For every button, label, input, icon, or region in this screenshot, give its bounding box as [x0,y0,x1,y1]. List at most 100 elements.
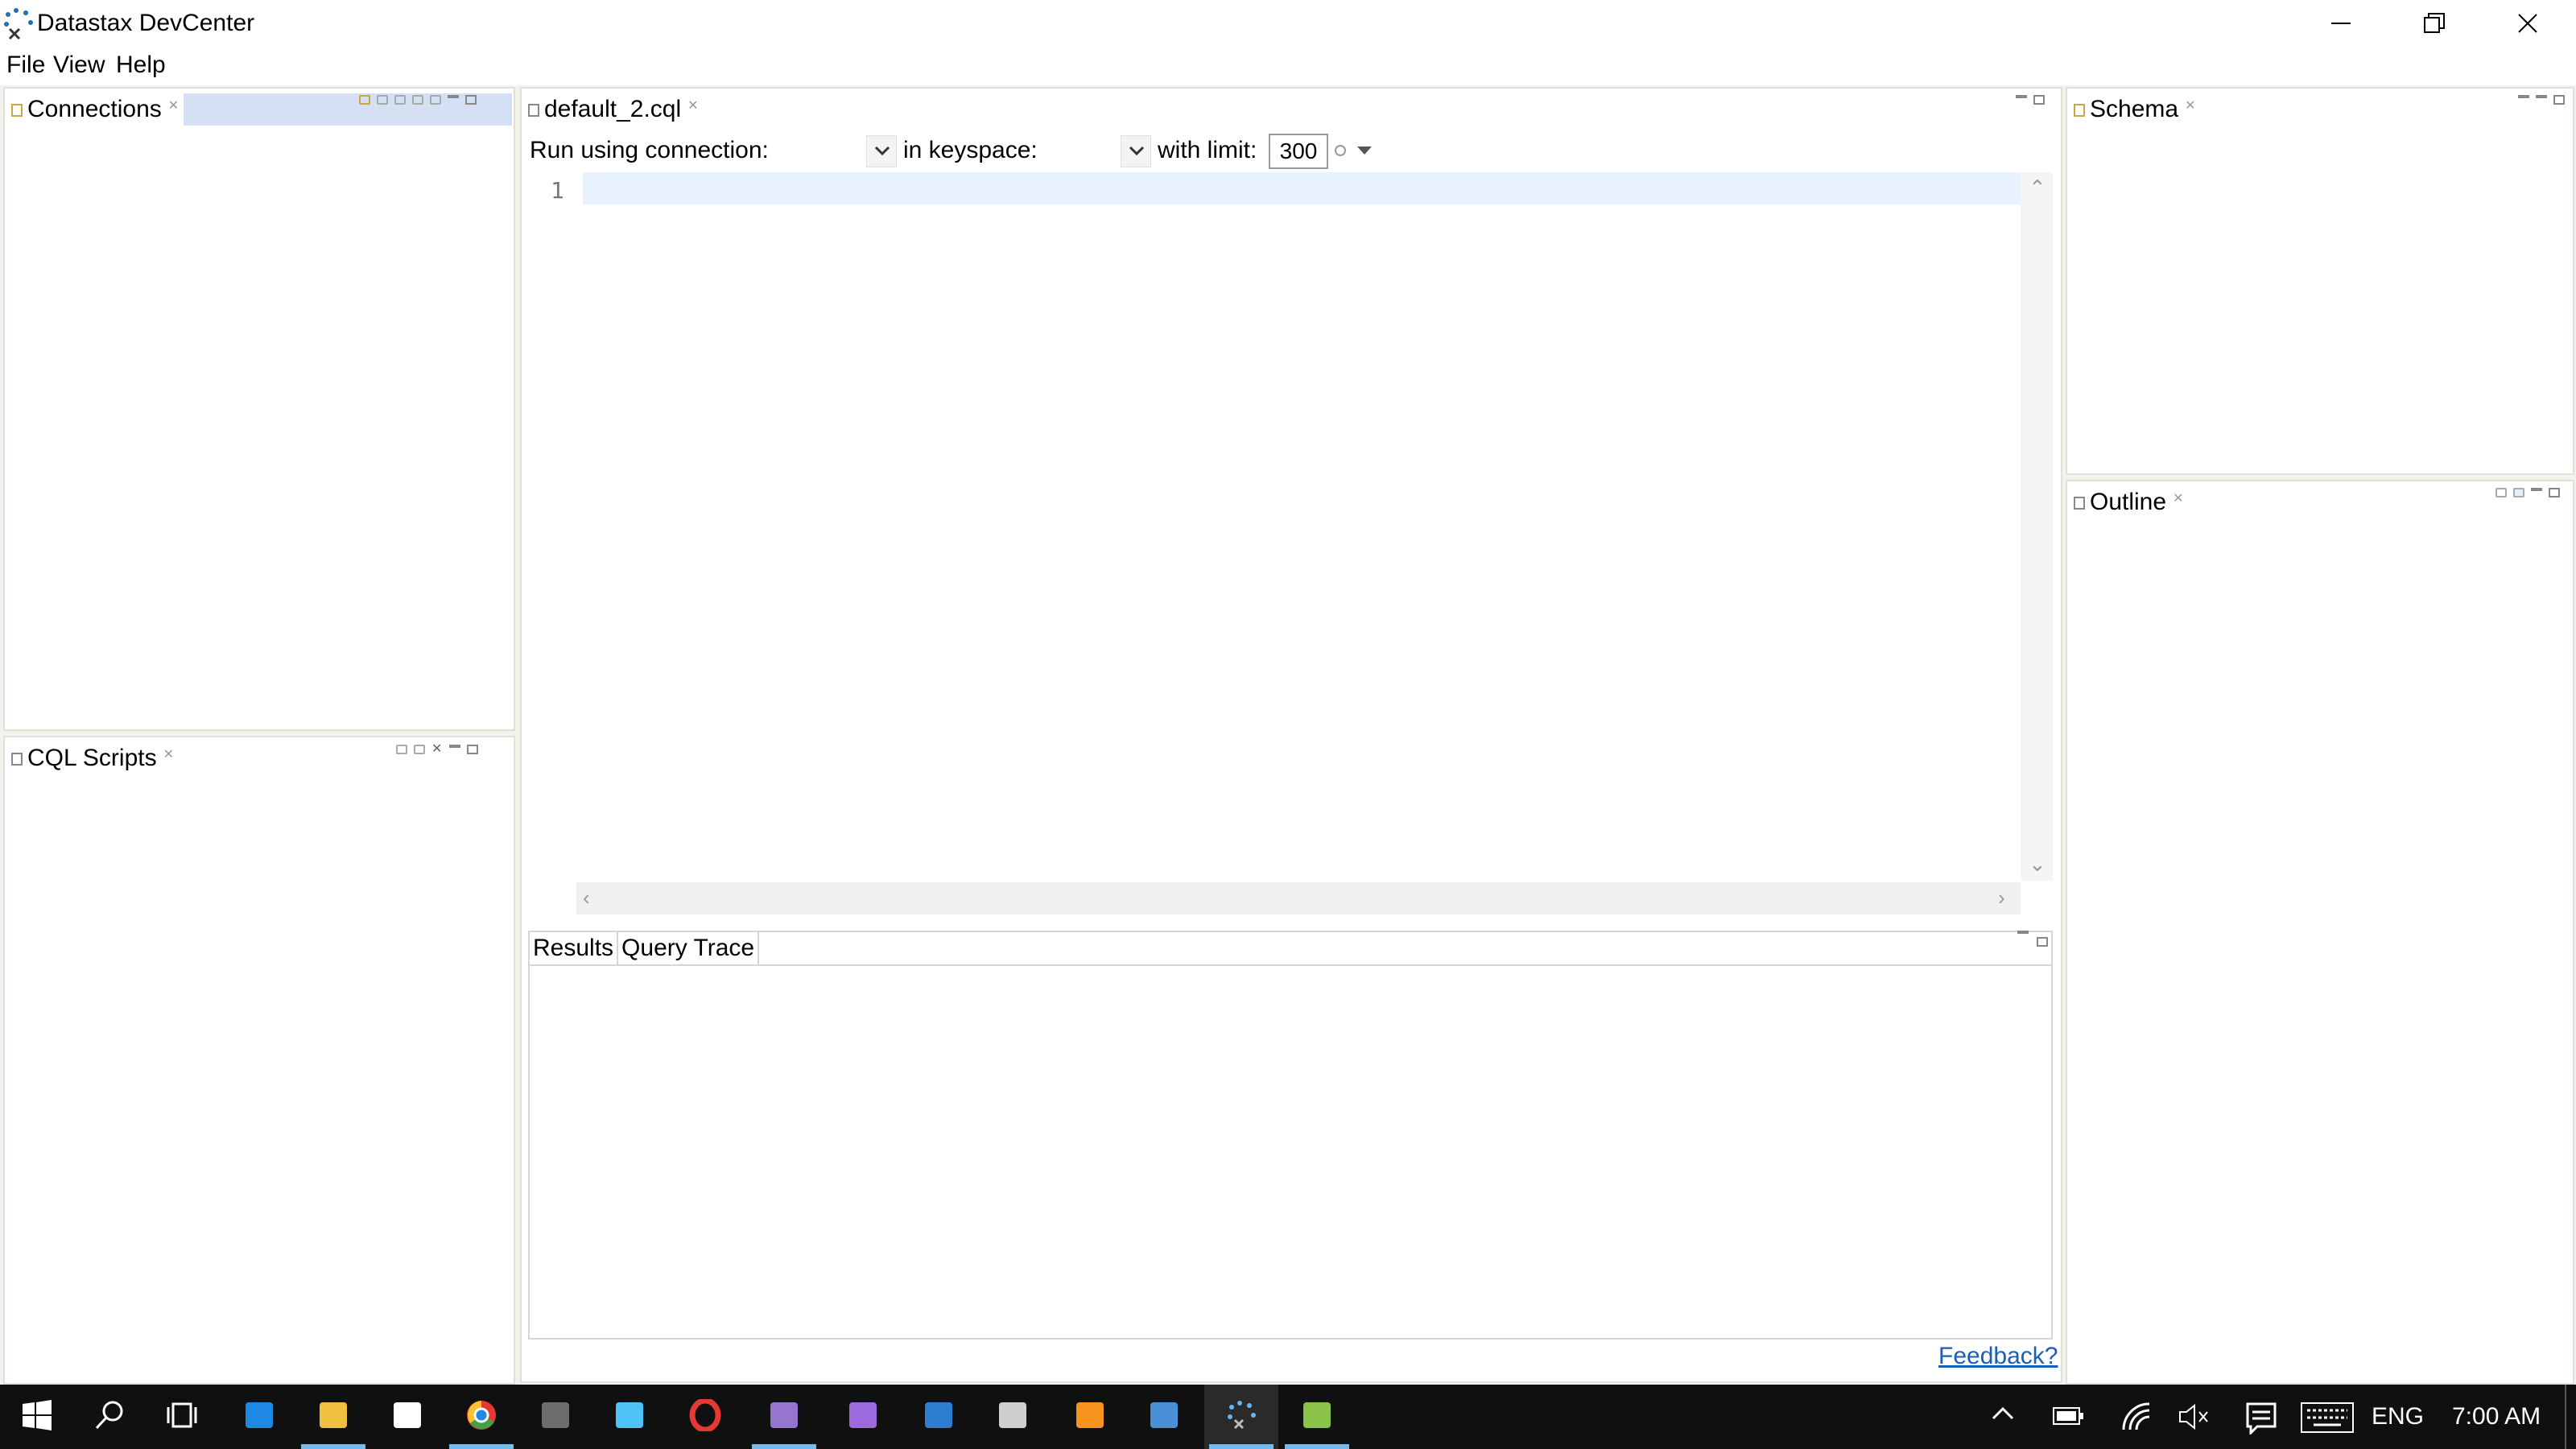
editor-panel-tools [2016,95,2045,105]
close-tab-icon[interactable]: ✕ [163,746,174,762]
battery-icon[interactable] [2053,1406,2085,1426]
line-number: 1 [551,177,564,204]
tab-schema[interactable]: Schema ✕ [2070,92,2201,127]
scroll-right-icon[interactable]: › [1998,887,2005,908]
sort-icon[interactable] [2496,488,2507,497]
maximize-panel-icon[interactable] [2553,95,2565,105]
limit-options-icon[interactable] [1335,145,1346,156]
search-icon [93,1399,126,1431]
menu-view[interactable]: View [52,50,106,80]
new-script-icon[interactable] [396,745,407,754]
minimize-button[interactable] [2294,0,2388,47]
view-menu-icon[interactable] [2518,95,2529,98]
running-indicator [752,1444,816,1449]
action-center-icon[interactable] [2246,1402,2278,1435]
current-line-highlight[interactable] [583,172,2021,204]
feedback-link[interactable]: Feedback? [1938,1343,2058,1370]
menu-file[interactable]: File [5,50,47,80]
close-tab-icon[interactable]: ✕ [2173,490,2183,506]
line-number-gutter: 1 [536,172,576,881]
connection-dropdown[interactable] [866,135,897,167]
taskbar-devcenter[interactable] [1204,1385,1278,1449]
scroll-down-icon[interactable]: ⌄ [2029,853,2046,874]
touch-keyboard-icon[interactable] [2301,1402,2354,1433]
maximize-panel-icon[interactable] [2033,95,2045,105]
close-tab-icon[interactable]: ✕ [168,97,179,114]
taskbar-intellij[interactable] [1127,1385,1201,1449]
show-hidden-icons-icon[interactable] [1992,1406,2014,1422]
delete-script-icon[interactable]: ✕ [431,743,443,756]
minimize-panel-icon[interactable] [2016,95,2027,98]
keyspace-label: in keyspace: [903,137,1038,163]
code-editor[interactable]: 1 ⌃ ⌄ ‹ › [536,172,2054,914]
maximize-panel-icon[interactable] [465,95,477,105]
maximize-panel-icon[interactable] [2037,937,2048,947]
taskbar-command-prompt[interactable] [976,1385,1050,1449]
close-tab-icon[interactable]: ✕ [687,97,698,114]
tab-outline[interactable]: Outline ✕ [2070,485,2189,520]
vertical-scrollbar[interactable]: ⌃ ⌄ [2021,172,2053,881]
cql-file-icon [528,104,539,117]
scroll-left-icon[interactable]: ‹ [583,887,590,908]
taskbar-file-explorer[interactable] [296,1385,370,1449]
close-tab-icon[interactable]: ✕ [2185,97,2195,114]
new-connection-icon[interactable] [359,95,370,105]
delete-connection-icon[interactable] [430,95,441,105]
taskbar-powershell[interactable] [902,1385,976,1449]
paint-icon [770,1402,798,1428]
limit-menu-arrow-icon[interactable] [1357,147,1372,155]
schema-panel: Schema ✕ [2066,87,2574,475]
taskbar-task-view[interactable] [145,1385,219,1449]
volume-muted-icon[interactable] [2178,1402,2211,1431]
minimize-panel-icon[interactable] [2017,931,2029,934]
tab-connections[interactable]: Connections ✕ [8,92,184,127]
edit-connection-icon[interactable] [412,95,423,105]
taskbar-matlab[interactable] [1053,1385,1127,1449]
image-viewer-icon [1303,1402,1331,1428]
connection-label: Run using connection: [530,137,769,163]
store-icon [394,1402,421,1428]
clock[interactable]: 7:00 AM [2452,1402,2541,1431]
input-language[interactable]: ENG [2372,1402,2424,1431]
minimize-panel-icon[interactable] [2531,488,2542,491]
show-desktop-button[interactable] [2565,1385,2566,1449]
taskbar-search[interactable] [72,1385,147,1449]
taskbar-store[interactable] [370,1385,444,1449]
close-connection-icon[interactable] [394,95,406,105]
window-title: Datastax DevCenter [37,10,255,36]
taskbar-image-viewer[interactable] [1280,1385,1354,1449]
taskbar-edge[interactable] [222,1385,296,1449]
keyspace-dropdown[interactable] [1121,135,1151,167]
intellij-icon [1150,1402,1178,1428]
minimize-panel-icon[interactable] [2536,95,2547,98]
taskbar-start-button[interactable] [0,1385,74,1449]
task-view-icon [166,1399,198,1431]
taskbar: ENG 7:00 AM [0,1385,2576,1449]
maximize-panel-icon[interactable] [2549,488,2560,497]
maximize-panel-icon[interactable] [467,745,478,754]
minimize-panel-icon[interactable] [449,745,460,748]
limit-input[interactable]: 300 [1269,134,1328,169]
edit-script-icon[interactable] [414,745,425,754]
taskbar-paint[interactable] [747,1385,821,1449]
scroll-up-icon[interactable]: ⌃ [2029,177,2046,198]
tab-cql-scripts[interactable]: CQL Scripts ✕ [8,741,179,776]
taskbar-chrome[interactable] [444,1385,518,1449]
open-connection-icon[interactable] [377,95,388,105]
minimize-panel-icon[interactable] [448,95,459,98]
restore-button[interactable] [2388,0,2481,47]
close-button[interactable] [2481,0,2574,47]
collapse-all-icon[interactable] [2513,488,2524,497]
taskbar-opera[interactable] [668,1385,742,1449]
taskbar-notes[interactable] [592,1385,667,1449]
tab-default-2-cql[interactable]: default_2.cql ✕ [525,92,704,127]
horizontal-scrollbar[interactable]: ‹ › [576,882,2021,914]
menu-help[interactable]: Help [114,50,167,80]
taskbar-sublime[interactable] [518,1385,592,1449]
taskbar-visual-studio[interactable] [826,1385,900,1449]
tab-query-trace[interactable]: Query Trace [618,932,760,964]
wifi-icon[interactable] [2120,1401,2153,1433]
results-panel-tools [2017,931,2048,947]
query-toolbar: Run using connection: in keyspace: with … [530,132,2051,169]
tab-results[interactable]: Results [530,932,619,964]
